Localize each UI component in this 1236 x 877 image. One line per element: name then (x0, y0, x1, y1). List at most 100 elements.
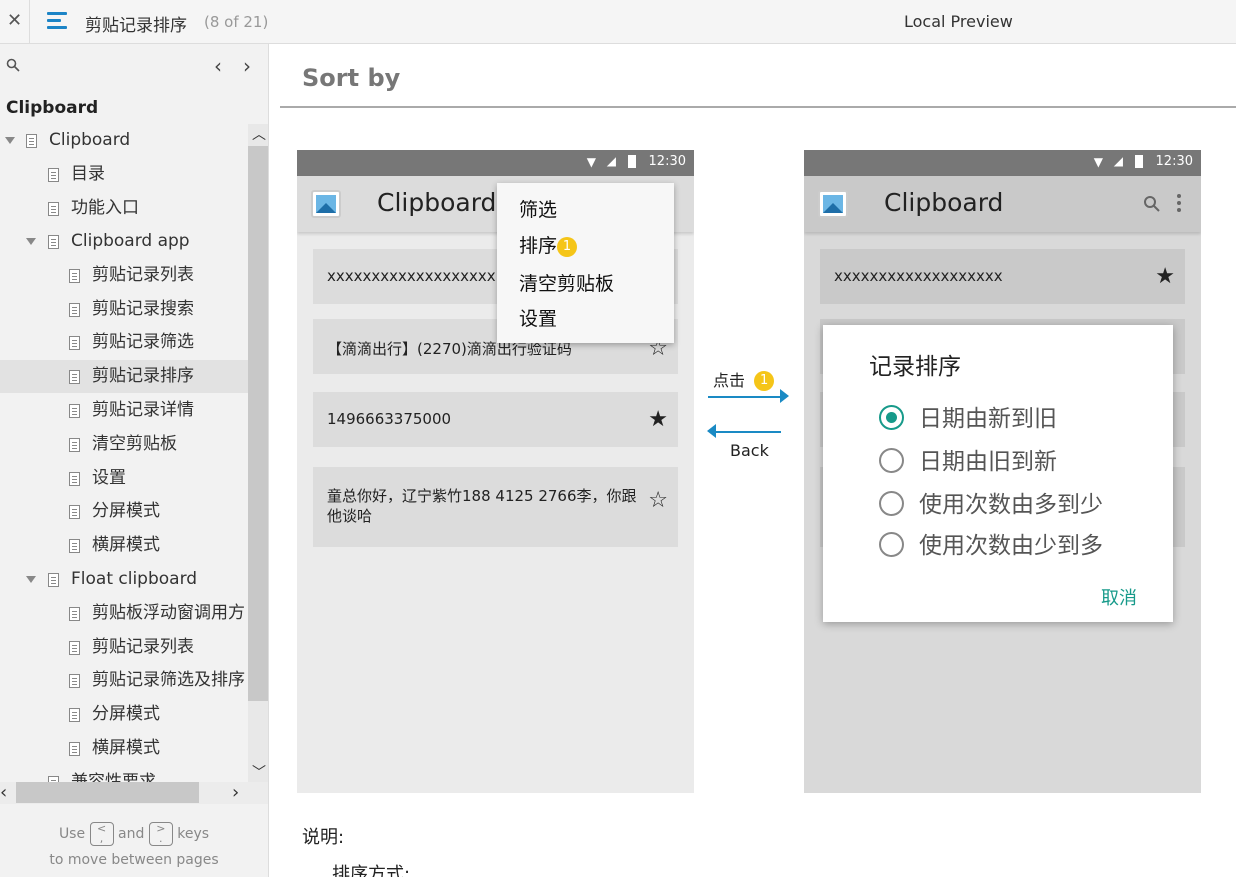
page-icon (69, 674, 80, 688)
key-prev-icon: <, (89, 822, 114, 846)
app-bar: Clipboard (804, 176, 1201, 232)
clip-card[interactable]: 1496663375000 ★ (313, 392, 678, 447)
menu-item-clear[interactable]: 清空剪贴板 (519, 269, 614, 296)
expand-arrow-icon[interactable] (26, 238, 36, 245)
expand-arrow-icon[interactable] (5, 137, 15, 144)
clip-card[interactable]: 童总你好，辽宁紫竹188 4125 2766李，你跟他谈哈 ☆ (313, 467, 678, 547)
page-icon (69, 438, 80, 452)
star-outline-icon[interactable]: ☆ (648, 490, 668, 512)
radio-selected-icon[interactable] (879, 405, 904, 430)
toc-item[interactable]: 兼容性要求 (0, 766, 248, 782)
clip-card[interactable]: xxxxxxxxxxxxxxxxxxx ★ (820, 249, 1185, 304)
toc-item[interactable]: 目录 (0, 158, 248, 191)
app-logo-icon (311, 190, 341, 218)
page-icon (48, 168, 59, 182)
scrollbar-thumb[interactable] (16, 782, 199, 803)
page-icon (69, 404, 80, 418)
forward-arrow-icon (708, 396, 782, 398)
signal-icon: ◢ (606, 154, 616, 168)
heading-divider (280, 106, 1236, 108)
menu-item-settings[interactable]: 设置 (519, 304, 557, 331)
app-title: Clipboard (377, 188, 497, 217)
sort-dialog: 记录排序 日期由新到旧 日期由旧到新 使用次数由多到少 使用次数由少到多 取消 (823, 325, 1173, 622)
toc-item[interactable]: 分屏模式 (0, 698, 248, 731)
toc-item[interactable]: 剪贴记录列表 (0, 259, 248, 292)
description-label: 说明: (302, 827, 345, 848)
toc-item[interactable]: Clipboard app (0, 225, 248, 258)
forward-label-text: 点击 (713, 371, 746, 390)
status-bar: ▼ ◢ 12:30 (804, 150, 1201, 176)
hint-text: Use (58, 826, 86, 842)
scrollbar-thumb[interactable] (248, 146, 268, 701)
close-button[interactable]: ✕ (0, 0, 30, 44)
toc-item-label: 剪贴记录排序 (92, 366, 194, 386)
toc-item-label: 分屏模式 (92, 501, 160, 521)
page-icon (69, 269, 80, 283)
status-time: 12:30 (1155, 154, 1193, 169)
clip-text: xxxxxxxxxxxxxxxxxxx (834, 267, 1003, 285)
forward-arrowhead (780, 389, 789, 403)
scroll-left-icon[interactable]: ‹ (0, 782, 7, 803)
key-next-icon: >. (148, 822, 173, 846)
section-heading: Sort by (302, 64, 401, 92)
battery-icon (628, 155, 636, 168)
horizontal-scrollbar[interactable]: ‹ › (0, 782, 268, 804)
scroll-up-icon[interactable]: ︿ (252, 124, 266, 144)
toc-item-label: 清空剪贴板 (92, 434, 177, 454)
toc-item[interactable]: 剪贴记录详情 (0, 394, 248, 427)
document-title: 剪贴记录排序 (85, 16, 187, 36)
toc-item[interactable]: 横屏模式 (0, 732, 248, 765)
toc-item[interactable]: 清空剪贴板 (0, 428, 248, 461)
scroll-right-icon[interactable]: › (232, 782, 239, 803)
step-badge: 1 (754, 371, 775, 391)
expand-arrow-icon[interactable] (26, 576, 36, 583)
menu-item-sort[interactable]: 排序 1 (519, 231, 578, 258)
scroll-down-icon[interactable]: ﹀ (252, 762, 266, 782)
toc-item[interactable]: 剪贴记录搜索 (0, 293, 248, 326)
toc-item-label: 剪贴板浮动窗调用方 (92, 603, 245, 623)
prev-page-button[interactable]: ‹ (214, 54, 222, 78)
search-icon[interactable] (6, 58, 20, 72)
menu-item-label: 排序 (519, 235, 558, 257)
hint-text: keys (177, 826, 210, 842)
star-filled-icon[interactable]: ★ (648, 392, 668, 447)
star-filled-icon[interactable]: ★ (1155, 249, 1175, 304)
toc-item-label: Clipboard app (71, 231, 190, 251)
sort-option-label: 日期由旧到新 (919, 449, 1057, 475)
forward-label: 点击 1 (713, 367, 775, 391)
search-icon[interactable] (1143, 195, 1161, 213)
vertical-scrollbar[interactable]: ︿ ﹀ (248, 124, 268, 782)
menu-item-filter[interactable]: 筛选 (519, 195, 557, 222)
toc-item[interactable]: 剪贴板浮动窗调用方 (0, 597, 248, 630)
toc-item[interactable]: 剪贴记录筛选 (0, 326, 248, 359)
cancel-button[interactable]: 取消 (1101, 584, 1137, 610)
back-arrowhead (707, 424, 716, 438)
toc-item[interactable]: Clipboard (0, 124, 248, 157)
toc-item-label: Clipboard (49, 130, 131, 150)
toc-item[interactable]: 设置 (0, 462, 248, 495)
radio-unselected-icon[interactable] (879, 532, 904, 557)
clip-text: xxxxxxxxxxxxxxxxxxx (327, 267, 496, 285)
page-icon (69, 539, 80, 553)
toc-item-label: 功能入口 (71, 198, 139, 218)
next-page-button[interactable]: › (243, 54, 251, 78)
toc-item[interactable]: 分屏模式 (0, 495, 248, 528)
close-icon: ✕ (6, 10, 23, 31)
toc-item[interactable]: 功能入口 (0, 192, 248, 225)
toc-item[interactable]: Float clipboard (0, 563, 248, 596)
more-vertical-icon[interactable] (1177, 194, 1181, 212)
sort-option-label: 使用次数由多到少 (919, 492, 1103, 518)
toc-tree: Clipboard 目录 功能入口 Clipboard app 剪贴记录列表 剪… (0, 124, 248, 782)
radio-unselected-icon[interactable] (879, 448, 904, 473)
main-content: Sort by ▼ ◢ 12:30 Clipboard xxxxxxxxxxxx… (269, 44, 1236, 877)
menu-icon[interactable] (47, 12, 67, 32)
page-icon (69, 370, 80, 384)
toc-item[interactable]: 剪贴记录列表 (0, 631, 248, 664)
wifi-icon: ▼ (586, 155, 596, 169)
radio-unselected-icon[interactable] (879, 491, 904, 516)
toc-item[interactable]: 横屏模式 (0, 529, 248, 562)
toc-item-selected[interactable]: 剪贴记录排序 (0, 360, 248, 393)
toc-item[interactable]: 剪贴记录筛选及排序 (0, 664, 248, 697)
battery-icon (1135, 155, 1143, 168)
status-time: 12:30 (648, 154, 686, 169)
